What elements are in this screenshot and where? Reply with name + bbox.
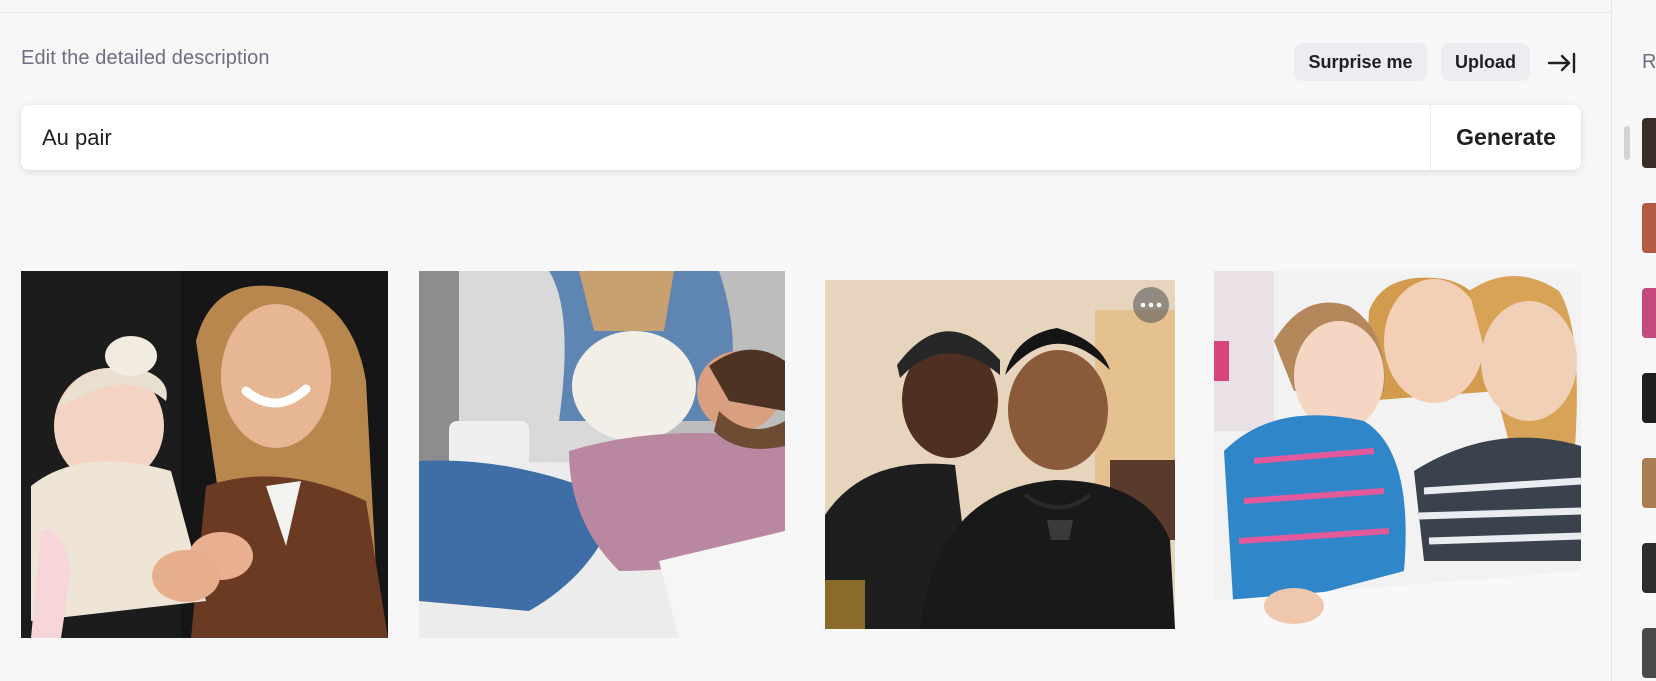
generated-image-4[interactable]: [1214, 271, 1581, 638]
top-divider: [0, 12, 1611, 13]
history-sidebar: R: [1611, 0, 1656, 681]
upload-button[interactable]: Upload: [1441, 43, 1530, 81]
generate-button[interactable]: Generate: [1431, 105, 1581, 170]
more-options-button[interactable]: [1133, 287, 1169, 323]
sidebar-title: R: [1642, 51, 1656, 73]
prompt-input[interactable]: [21, 105, 1431, 170]
image-1-photo: [21, 271, 388, 638]
history-thumbnail[interactable]: [1642, 628, 1656, 678]
history-thumbnail[interactable]: [1642, 373, 1656, 423]
image-2-photo: [419, 271, 785, 638]
history-thumbnail[interactable]: [1642, 458, 1656, 508]
more-icon: [1140, 302, 1162, 308]
prompt-bar: Generate: [21, 105, 1581, 170]
generated-image-1[interactable]: [21, 271, 388, 638]
image-3-photo: [825, 280, 1175, 629]
history-thumbnail[interactable]: [1642, 203, 1656, 253]
history-thumbnail[interactable]: [1642, 288, 1656, 338]
generated-image-2[interactable]: [419, 271, 785, 638]
prompt-label: Edit the detailed description: [21, 47, 270, 69]
history-thumbnail[interactable]: [1642, 543, 1656, 593]
collapse-sidebar-icon[interactable]: [1545, 48, 1579, 78]
history-thumbnail[interactable]: [1642, 118, 1656, 168]
generated-image-3[interactable]: [825, 280, 1175, 629]
sidebar-scrollbar[interactable]: [1624, 126, 1630, 160]
surprise-me-button[interactable]: Surprise me: [1294, 43, 1427, 81]
image-4-photo: [1214, 271, 1581, 638]
